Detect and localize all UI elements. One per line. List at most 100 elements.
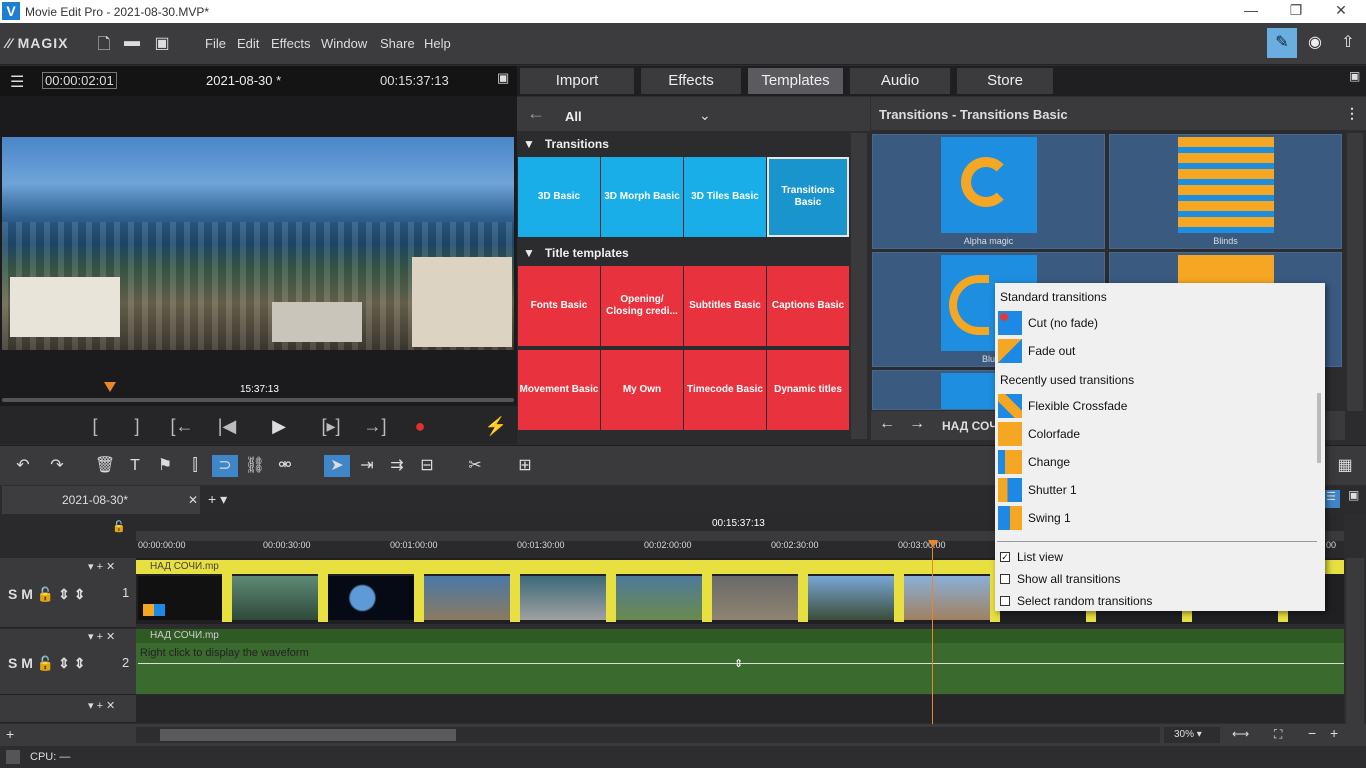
insert-icon[interactable]: ⊞ <box>512 455 538 477</box>
panel-maximize-icon[interactable]: ▣ <box>1349 69 1360 83</box>
solo-mute-controls[interactable]: S M 🔓 ⇕ ⇕ <box>8 586 85 603</box>
next-marker-button[interactable]: [▸] <box>316 416 346 437</box>
tile-subtitles-basic[interactable]: Subtitles Basic <box>684 266 766 346</box>
hamburger-icon[interactable]: ☰ <box>10 72 24 92</box>
zoom-select[interactable]: 30% ▾ <box>1164 727 1220 743</box>
trim-icon[interactable]: ⊟ <box>414 455 440 477</box>
section-transitions[interactable]: ▼ Transitions <box>523 137 609 157</box>
mouse-mode-icon[interactable]: ⇥ <box>354 455 380 477</box>
go-to-start-button[interactable]: |◀ <box>212 416 242 437</box>
preview-timecode[interactable]: 00:00:02:01 <box>42 72 117 89</box>
play-button[interactable]: ▶ <box>264 416 294 437</box>
cut-icon[interactable]: ✂ <box>462 455 488 477</box>
unlink-icon[interactable]: ⚮ <box>272 455 298 477</box>
tile-captions-basic[interactable]: Captions Basic <box>767 266 849 346</box>
project-tab[interactable]: 2021-08-30* ✕ <box>2 486 200 514</box>
solo-mute-controls[interactable]: S M 🔓 ⇕ ⇕ <box>8 655 85 672</box>
go-to-out-button[interactable]: →] <box>360 416 390 437</box>
undo-icon[interactable]: ↶ <box>10 455 36 477</box>
tab-audio[interactable]: Audio <box>850 68 950 94</box>
next-arrow-icon[interactable]: → <box>909 415 925 433</box>
menu-item-swing-1[interactable]: Swing 1 <box>995 504 1325 532</box>
lock-icon[interactable]: 🔓 <box>112 520 126 533</box>
library-scrollbar[interactable] <box>851 133 867 439</box>
playhead-marker-icon[interactable] <box>104 382 116 392</box>
title-icon[interactable]: T <box>122 455 148 477</box>
menu-edit[interactable]: Edit <box>237 36 259 51</box>
show-all-checkbox[interactable] <box>1000 574 1010 584</box>
tile-3d-tiles-basic[interactable]: 3D Tiles Basic <box>684 157 766 237</box>
pointer-icon[interactable]: ➤ <box>324 455 350 477</box>
open-folder-icon[interactable]: ▬ <box>122 33 142 53</box>
audio-clip-header[interactable] <box>136 629 1344 643</box>
go-to-in-button[interactable]: [← <box>167 416 197 437</box>
marker-icon[interactable]: ⚑ <box>152 455 178 477</box>
tab-store[interactable]: Store <box>957 68 1053 94</box>
disc-icon[interactable]: ◉ <box>1300 28 1330 58</box>
more-options-icon[interactable]: ⋮ <box>1345 105 1359 122</box>
zoom-full-icon[interactable]: ⛶ <box>1274 727 1282 742</box>
menu-window[interactable]: Window <box>321 36 367 51</box>
tab-effects[interactable]: Effects <box>641 68 741 94</box>
tile-timecode-basic[interactable]: Timecode Basic <box>684 350 766 430</box>
hscroll-track[interactable] <box>136 727 1160 743</box>
zoom-in-icon[interactable]: + <box>1330 725 1338 741</box>
storyboard-icon[interactable]: ▦ <box>1332 455 1358 477</box>
save-icon[interactable]: ▣ <box>152 33 172 53</box>
timeline-maximize-icon[interactable]: ▣ <box>1348 488 1359 502</box>
menu-effects[interactable]: Effects <box>271 36 311 51</box>
menu-item-change[interactable]: Change <box>995 448 1325 476</box>
mark-out-button[interactable]: ] <box>122 416 152 437</box>
tile-movement-basic[interactable]: Movement Basic <box>518 350 600 430</box>
restore-button[interactable]: ❐ <box>1281 2 1311 20</box>
record-button[interactable]: ● <box>405 416 435 437</box>
list-view-label[interactable]: List view <box>1017 550 1063 564</box>
timeline-playhead-icon[interactable] <box>928 540 938 548</box>
link-icon[interactable]: ⛓ <box>242 455 268 477</box>
tile-3d-basic[interactable]: 3D Basic <box>518 157 600 237</box>
transition-alpha-magic[interactable]: Alpha magic <box>872 134 1105 249</box>
menu-item-colorfade[interactable]: Colorfade <box>995 420 1325 448</box>
redo-icon[interactable]: ↷ <box>44 455 70 477</box>
menu-item-flexible-crossfade[interactable]: Flexible Crossfade <box>995 392 1325 420</box>
section-title-templates[interactable]: ▼ Title templates <box>523 246 629 266</box>
back-arrow-icon[interactable]: ← <box>527 103 545 124</box>
close-button[interactable]: ✕ <box>1326 2 1356 20</box>
add-tab-icon[interactable]: + ▾ <box>208 491 227 508</box>
lightning-icon[interactable]: ⚡ <box>481 416 511 437</box>
track-controls[interactable]: ▾ + ✕ <box>88 630 115 643</box>
tile-3d-morph-basic[interactable]: 3D Morph Basic <box>601 157 683 237</box>
export-icon[interactable]: ⇧ <box>1333 28 1363 58</box>
track-controls[interactable]: ▾ + ✕ <box>88 699 115 712</box>
add-track-icon[interactable]: + <box>6 726 14 742</box>
popup-scrollbar[interactable] <box>1317 393 1321 463</box>
menu-item-cut[interactable]: Cut (no fade) <box>995 309 1325 337</box>
tab-import[interactable]: Import <box>520 68 634 94</box>
menu-file[interactable]: File <box>205 36 226 51</box>
random-checkbox[interactable] <box>1000 596 1010 606</box>
list-view-checkbox[interactable]: ✓ <box>1000 552 1010 562</box>
chevron-down-icon[interactable]: ⌄ <box>699 107 711 124</box>
zoom-fit-icon[interactable]: ⟷ <box>1232 727 1249 741</box>
transitions-scrollbar[interactable] <box>1347 133 1363 411</box>
minimize-button[interactable]: — <box>1236 2 1266 20</box>
zoom-out-icon[interactable]: − <box>1308 725 1316 741</box>
maximize-preview-icon[interactable]: ▣ <box>497 70 509 86</box>
timeline-vscroll[interactable] <box>1346 558 1364 724</box>
multi-track-icon[interactable]: ⇉ <box>384 455 410 477</box>
volume-handle-icon[interactable]: ⇕ <box>734 657 743 670</box>
show-all-label[interactable]: Show all transitions <box>1017 572 1120 586</box>
random-label[interactable]: Select random transitions <box>1017 594 1152 608</box>
audio-track[interactable]: НАД СОЧИ.mp Right click to display the w… <box>136 629 1344 694</box>
transition-blinds[interactable]: Blinds <box>1109 134 1342 249</box>
preview-scrubber[interactable]: 15:37:13 <box>2 382 514 404</box>
menu-item-fade-out[interactable]: Fade out <box>995 337 1325 365</box>
tile-opening-closing[interactable]: Opening/ Closing credi... <box>601 266 683 346</box>
mark-in-button[interactable]: [ <box>80 416 110 437</box>
menu-share[interactable]: Share <box>380 36 415 51</box>
edit-mode-icon[interactable]: ✎ <box>1267 28 1297 58</box>
empty-track[interactable] <box>136 695 1344 723</box>
library-filter[interactable]: All <box>565 109 582 124</box>
tile-fonts-basic[interactable]: Fonts Basic <box>518 266 600 346</box>
tile-dynamic-titles[interactable]: Dynamic titles <box>767 350 849 430</box>
